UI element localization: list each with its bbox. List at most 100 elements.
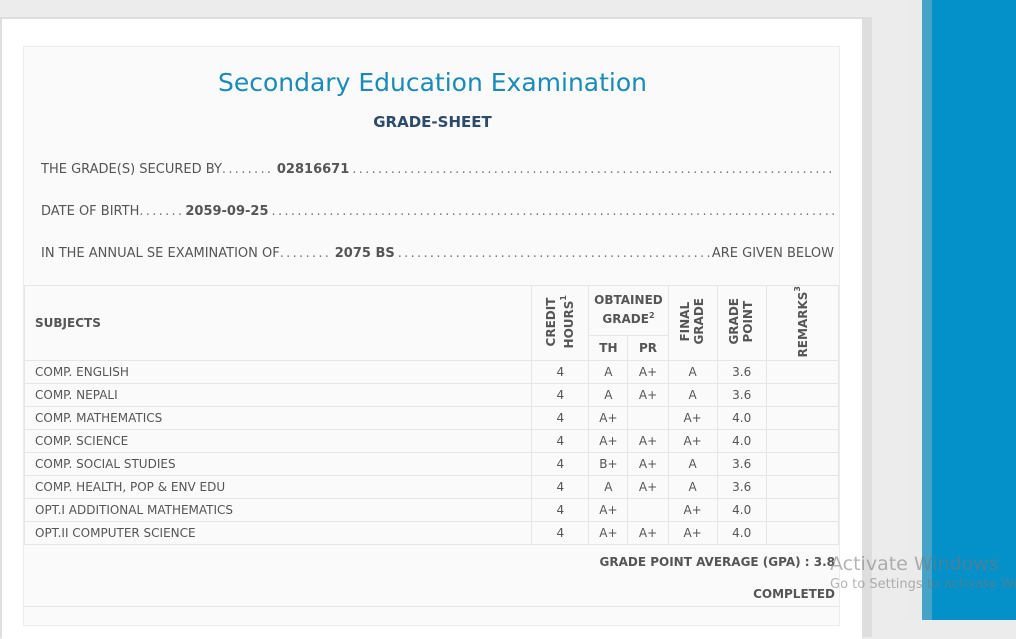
cell-final-grade: A+ (667, 521, 718, 546)
cell-grade-point: 4.0 (716, 406, 767, 431)
cell-remarks (765, 452, 840, 477)
info-exam: IN THE ANNUAL SE EXAMINATION OF ........… (41, 246, 834, 261)
header-remarks: REMARKS3 (765, 284, 840, 362)
header-grade-point: GRADE POINT (716, 284, 767, 362)
divider (24, 606, 839, 607)
cell-th: A+ (588, 521, 629, 546)
cell-grade-point: 3.6 (716, 383, 767, 408)
cell-grade-point: 3.6 (716, 452, 767, 477)
cell-final-grade: A+ (667, 429, 718, 454)
cell-credit: 4 (531, 498, 590, 523)
cell-remarks (765, 383, 840, 408)
header-th: TH (588, 334, 629, 362)
cell-credit: 4 (531, 383, 590, 408)
dot-leader: ............. (279, 246, 332, 261)
cell-th: A+ (588, 406, 629, 431)
cell-credit: 4 (531, 521, 590, 546)
cell-final-grade: A+ (667, 498, 718, 523)
header-pr: PR (627, 334, 669, 362)
cell-remarks (765, 498, 840, 523)
page-subtitle: GRADE-SHEET (373, 113, 492, 131)
dot-leader: ........................................… (271, 204, 834, 219)
header-final-grade: FINAL GRADE (667, 284, 718, 362)
cell-credit: 4 (531, 429, 590, 454)
table-row: OPT.I ADDITIONAL MATHEMATICS 4 A+ A+ 4.0 (23, 498, 840, 523)
dot-leader: ........................................… (352, 162, 834, 177)
cell-pr: A+ (627, 383, 669, 408)
grades-table: SUBJECTS CREDIT HOURS1 OBTAINED GRADE2 FIN… (23, 284, 840, 546)
dot-leader: ........... (139, 204, 182, 219)
table-row: COMP. SOCIAL STUDIES 4 B+ A+ A 3.6 (23, 452, 840, 477)
cell-remarks (765, 406, 840, 431)
cell-final-grade: A (667, 475, 718, 500)
cell-credit: 4 (531, 452, 590, 477)
cell-credit: 4 (531, 360, 590, 385)
watermark-title: Activate Windows (830, 553, 999, 575)
cell-subject: COMP. SCIENCE (23, 429, 533, 454)
cell-subject: COMP. HEALTH, POP & ENV EDU (23, 475, 533, 500)
cell-grade-point: 4.0 (716, 498, 767, 523)
cell-pr: A+ (627, 521, 669, 546)
table-row: OPT.II COMPUTER SCIENCE 4 A+ A+ A+ 4.0 (23, 521, 840, 546)
header-credit-hours: CREDIT HOURS1 (531, 284, 590, 362)
cell-pr (627, 406, 669, 431)
table-row: COMP. MATHEMATICS 4 A+ A+ 4.0 (23, 406, 840, 431)
cell-subject: COMP. NEPALI (23, 383, 533, 408)
watermark-subtitle: Go to Settings to activate Windows. (830, 577, 1016, 592)
cell-grade-point: 3.6 (716, 475, 767, 500)
cell-subject: COMP. ENGLISH (23, 360, 533, 385)
exam-value: 2075 BS (334, 246, 395, 261)
cell-final-grade: A (667, 383, 718, 408)
cell-th: A (588, 360, 629, 385)
grade-sheet: Secondary Education Examination GRADE-SH… (23, 46, 840, 626)
cell-remarks (765, 475, 840, 500)
cell-remarks (765, 429, 840, 454)
cell-grade-point: 4.0 (716, 429, 767, 454)
secured-value: 02816671 (276, 162, 350, 177)
completed-status: COMPLETED (753, 587, 835, 601)
cell-th: A (588, 383, 629, 408)
info-date-of-birth: DATE OF BIRTH ........... 2059-09-25 ...… (41, 204, 834, 219)
right-blue-panel (932, 0, 1016, 620)
cell-grade-point: 3.6 (716, 360, 767, 385)
cell-subject: COMP. MATHEMATICS (23, 406, 533, 431)
cell-final-grade: A (667, 360, 718, 385)
cell-final-grade: A+ (667, 406, 718, 431)
exam-label: IN THE ANNUAL SE EXAMINATION OF (41, 246, 280, 261)
cell-subject: COMP. SOCIAL STUDIES (23, 452, 533, 477)
cell-pr: A+ (627, 360, 669, 385)
table-row: COMP. HEALTH, POP & ENV EDU 4 A A+ A 3.6 (23, 475, 840, 500)
secured-label: THE GRADE(S) SECURED BY (41, 162, 222, 177)
cell-th: A+ (588, 429, 629, 454)
cell-pr: A+ (627, 429, 669, 454)
window-top-strip (0, 0, 906, 18)
cell-pr (627, 498, 669, 523)
cell-remarks (765, 360, 840, 385)
cell-credit: 4 (531, 406, 590, 431)
info-secured-by: THE GRADE(S) SECURED BY ............. 02… (41, 162, 834, 177)
exam-tail: ARE GIVEN BELOW (711, 246, 834, 261)
dob-label: DATE OF BIRTH (41, 204, 140, 219)
cell-th: A (588, 475, 629, 500)
dob-value: 2059-09-25 (185, 204, 269, 219)
gpa-summary: GRADE POINT AVERAGE (GPA) : 3.8 (599, 555, 836, 569)
cell-grade-point: 4.0 (716, 521, 767, 546)
activate-windows-watermark: Activate Windows Go to Settings to activ… (830, 553, 1016, 592)
right-accent-stripe (922, 0, 932, 620)
table-row: COMP. SCIENCE 4 A+ A+ A+ 4.0 (23, 429, 840, 454)
cell-subject: OPT.I ADDITIONAL MATHEMATICS (23, 498, 533, 523)
right-gutter (906, 0, 922, 620)
cell-th: B+ (588, 452, 629, 477)
table-row: COMP. ENGLISH 4 A A+ A 3.6 (23, 360, 840, 385)
header-subjects: SUBJECTS (23, 284, 533, 362)
cell-th: A+ (588, 498, 629, 523)
dot-leader: ............. (221, 162, 274, 177)
header-obtained-grade: OBTAINED GRADE2 (588, 285, 669, 336)
page-title: Secondary Education Examination (217, 68, 648, 97)
cell-final-grade: A (667, 452, 718, 477)
cell-remarks (765, 521, 840, 546)
cell-pr: A+ (627, 452, 669, 477)
cell-pr: A+ (627, 475, 669, 500)
table-row: COMP. NEPALI 4 A A+ A 3.6 (23, 383, 840, 408)
dot-leader: ........................................… (397, 246, 712, 261)
